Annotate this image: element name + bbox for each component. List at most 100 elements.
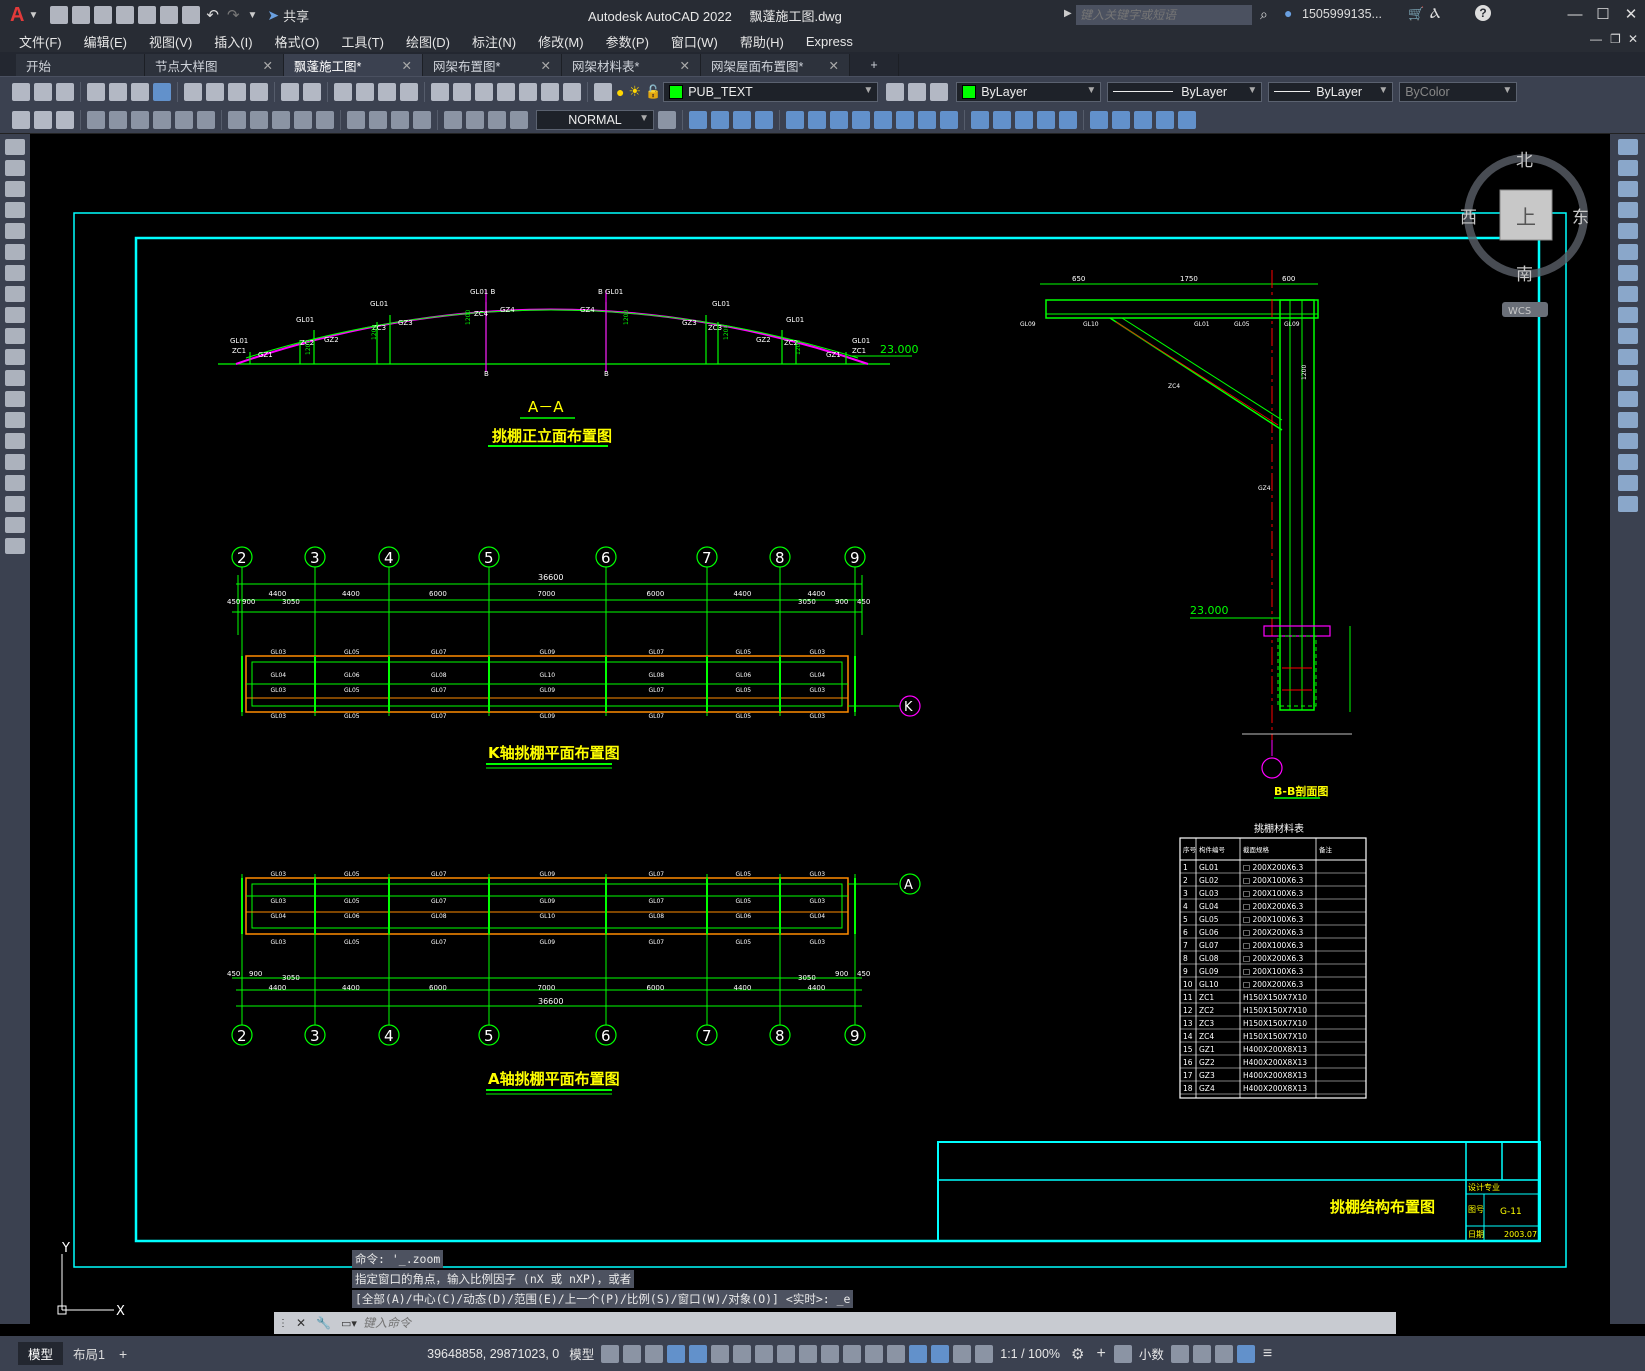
rectangle-icon[interactable] [5,223,25,239]
array-icon[interactable] [1617,223,1638,239]
polygon-icon[interactable] [5,202,25,218]
menu-insert[interactable]: 插入(I) [203,32,263,51]
join-icon[interactable] [1617,412,1638,428]
menu-file[interactable]: 文件(F) [8,32,73,51]
hatch-icon[interactable] [5,433,25,449]
infer-icon[interactable] [645,1344,664,1363]
units-dropdown[interactable]: 小数 [1139,1344,1164,1363]
tab-roof-layout[interactable]: 网架屋面布置图* ✕ [701,54,850,76]
qat-chevron-icon[interactable]: ▼ [248,10,258,21]
settings-gear-icon[interactable]: ⚙ [1071,1345,1084,1363]
plotstyle-dropdown[interactable]: ByColor ▼ [1399,81,1518,102]
open-web-icon[interactable] [138,6,157,24]
line-icon[interactable] [5,139,25,155]
search-input[interactable] [1076,5,1252,25]
array-icon[interactable] [786,110,804,129]
move-icon[interactable] [808,110,826,129]
drawing-canvas[interactable]: GL01 GL01 GL01 GL01 B B GL01 GL01 GL01 GL01 Z… [30,134,1610,1334]
dim-jogged-icon[interactable] [153,110,171,129]
tab-canopy-drawing[interactable]: 飘蓬施工图* ✕ [284,54,423,76]
customize-icon[interactable]: 🔧 [316,1316,331,1330]
quick-properties-icon[interactable] [1113,1344,1132,1363]
mtext-icon[interactable] [5,517,25,533]
isodraft-icon[interactable] [733,1344,752,1363]
tab-close-icon[interactable]: ✕ [541,58,551,73]
tolerance-icon[interactable] [347,110,365,129]
menu-modify[interactable]: 修改(M) [527,32,595,51]
tab-close-icon[interactable]: ✕ [263,58,273,73]
grip-icon[interactable]: ⋮ [278,1318,288,1329]
dim-diameter-icon[interactable] [175,110,193,129]
isolate-objects-icon[interactable] [1192,1344,1211,1363]
annotation-visibility-icon[interactable] [953,1344,972,1363]
minimize-icon[interactable]: — [1560,0,1590,30]
xref-icon[interactable] [1178,110,1196,129]
doc-close-icon[interactable]: ✕ [1628,32,1638,46]
viewcube-wcs[interactable]: WCS [1508,306,1531,317]
zoom-previous-icon[interactable] [400,82,418,101]
layer-lock-icon[interactable]: 🔓 [645,84,661,100]
trim-icon[interactable] [896,110,914,129]
saveas-icon[interactable] [116,6,135,24]
customization-menu-icon[interactable]: ≡ [1263,1345,1272,1363]
zoom-realtime-icon[interactable] [356,82,374,101]
region-icon[interactable] [5,475,25,491]
3d-osnap-icon[interactable] [865,1344,884,1363]
color-dropdown[interactable]: ByLayer ▼ [956,81,1102,102]
copy-object-icon[interactable] [711,110,729,129]
open-icon[interactable] [72,6,91,24]
menu-window[interactable]: 窗口(W) [660,32,729,51]
layer-on-icon[interactable]: ● [616,84,624,100]
undo-icon[interactable]: ↶ [206,6,219,24]
sheet-set-icon[interactable] [497,82,515,101]
break-at-point-icon[interactable] [1617,370,1638,386]
preview-icon[interactable] [109,82,127,101]
menu-help[interactable]: 帮助(H) [729,32,795,51]
layer-freeze-icon[interactable]: ☀ [628,83,641,100]
break-icon[interactable] [940,110,958,129]
layer-properties-icon[interactable] [594,82,612,101]
dim-style-icon[interactable] [510,110,528,129]
insert-block-icon[interactable] [5,370,25,386]
markup-icon[interactable] [519,82,537,101]
tab-grid-layout[interactable]: 网架布置图* ✕ [423,54,562,76]
plus-icon[interactable]: + [1096,1345,1105,1363]
make-block-icon[interactable] [1112,110,1130,129]
help-icon[interactable] [563,82,581,101]
copy-icon[interactable] [206,82,224,101]
calculator-icon[interactable] [541,82,559,101]
cut-icon[interactable] [184,82,202,101]
dimstyle-manager-icon[interactable] [658,110,676,129]
erase-icon[interactable] [1617,139,1638,155]
object-snap-tracking-icon[interactable] [755,1344,774,1363]
stretch-icon[interactable] [874,110,892,129]
user-name[interactable]: 1505999135... [1302,7,1382,21]
publish-icon[interactable] [131,82,149,101]
tab-close-icon[interactable]: ✕ [680,58,690,73]
rotate-icon[interactable] [830,110,848,129]
fillet-icon[interactable] [993,110,1011,129]
center-mark-icon[interactable] [369,110,387,129]
ellipse-arc-icon[interactable] [5,349,25,365]
menu-view[interactable]: 视图(V) [138,32,203,51]
share-icon[interactable]: ➤ [267,7,279,24]
lineweight-icon[interactable] [799,1344,818,1363]
cart-icon[interactable]: 🛒 [1408,6,1424,22]
redo-icon[interactable]: ↷ [227,6,240,24]
layer-previous-icon[interactable] [908,82,927,101]
scale-icon[interactable] [852,110,870,129]
add-layout-icon[interactable]: + [119,1346,127,1362]
autodesk-app-icon[interactable]: Ⲁ [1430,5,1440,22]
save-web-icon[interactable] [160,6,179,24]
grid-icon[interactable] [601,1344,620,1363]
command-prompt-icon[interactable]: ▭▾ [341,1317,357,1330]
explode-icon[interactable] [1617,496,1638,512]
dim-baseline-icon[interactable] [250,110,268,129]
viewcube-east[interactable]: 东 [1572,208,1589,228]
dim-aligned-icon[interactable] [56,110,74,129]
clean-screen-icon[interactable] [1236,1344,1255,1363]
viewcube-top[interactable]: 上 [1516,205,1536,229]
viewcube-west[interactable]: 西 [1460,208,1477,228]
blend-icon[interactable] [1059,110,1077,129]
dim-radius-icon[interactable] [131,110,149,129]
